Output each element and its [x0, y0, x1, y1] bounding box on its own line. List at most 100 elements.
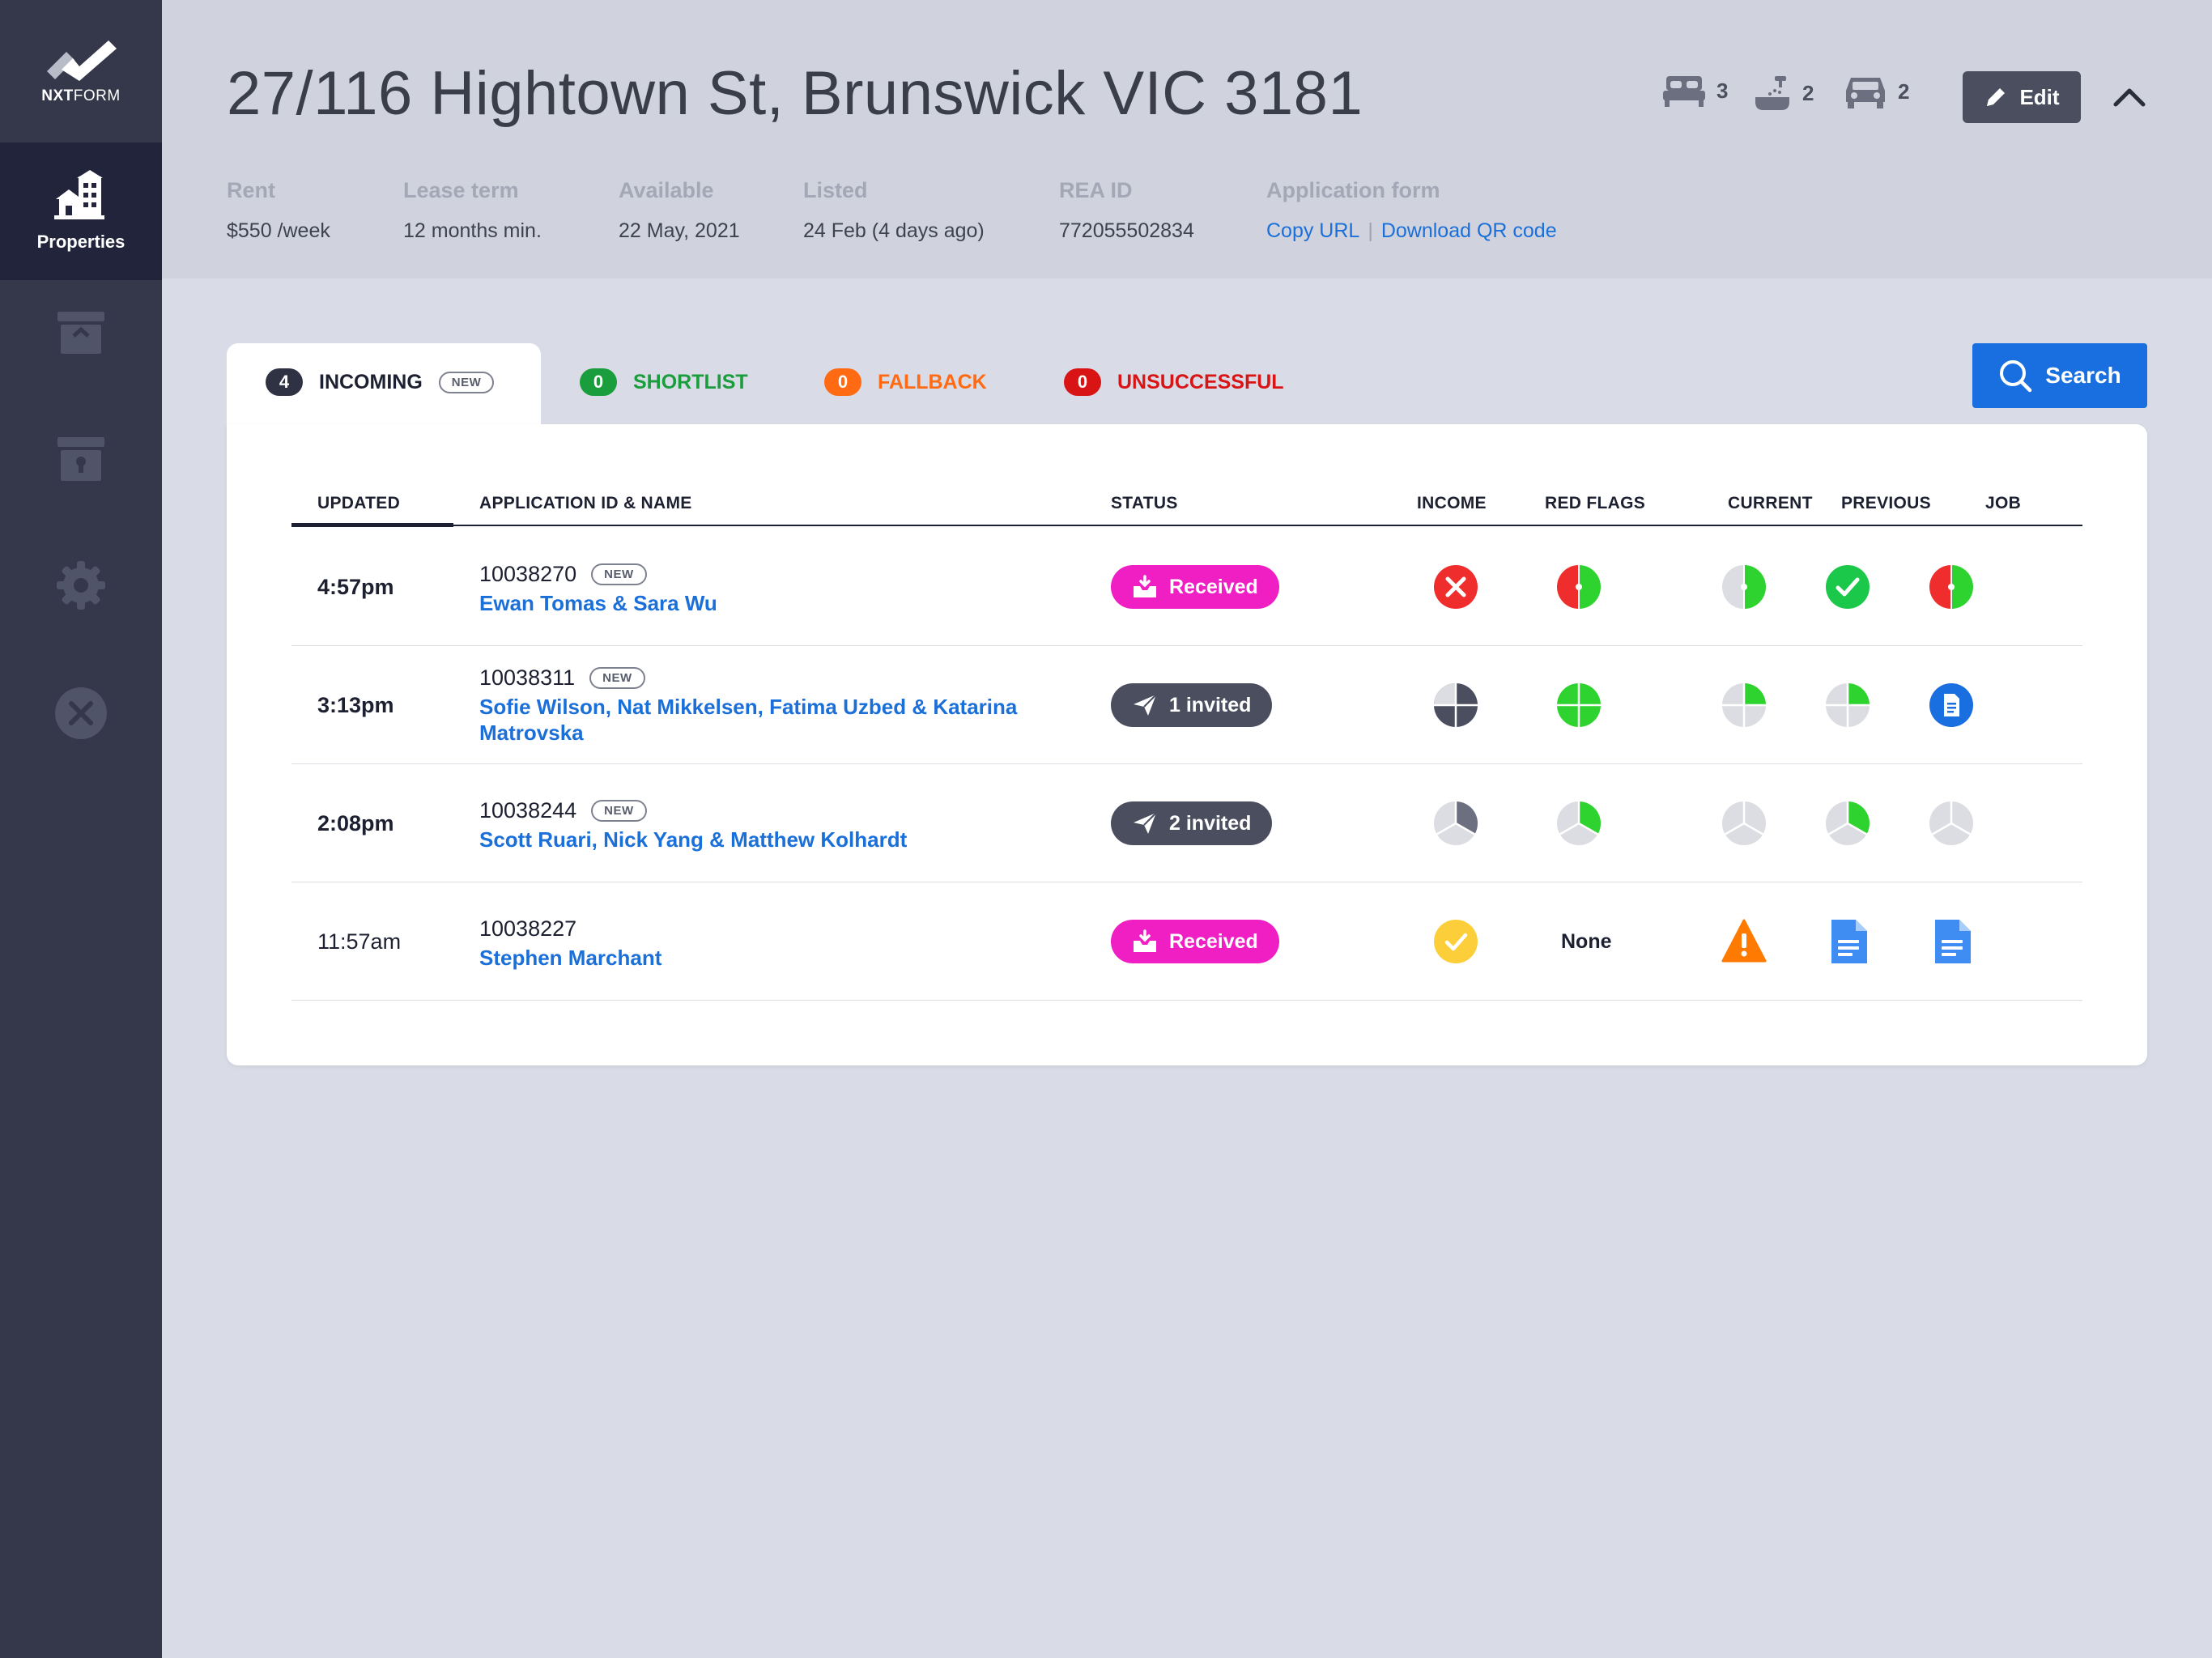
close-circle-icon: [55, 687, 107, 739]
application-id: 10038311: [479, 665, 576, 690]
column-red-flags[interactable]: RED FLAGS: [1545, 494, 1645, 513]
inbox-download-icon: [1134, 929, 1156, 952]
application-id: 10038244: [479, 798, 577, 823]
check-yellow-icon[interactable]: [1433, 919, 1478, 964]
document-icon[interactable]: [1825, 919, 1870, 964]
updated-time: 2:08pm: [317, 810, 394, 835]
pie-third-green-icon[interactable]: [1825, 801, 1870, 846]
chevron-up-icon: [2113, 88, 2146, 107]
status-badge[interactable]: Received: [1111, 565, 1279, 609]
application-form-meta: Application form Copy URL | Download QR co…: [1266, 178, 1557, 242]
applicant-names-link[interactable]: Scott Ruari, Nick Yang & Matthew Kolhard…: [479, 827, 1062, 852]
listed-meta: Listed 24 Feb (4 days ago): [803, 178, 985, 242]
inbox-download-icon: [1134, 575, 1156, 597]
pie-full-green-icon[interactable]: [1556, 682, 1602, 728]
available-meta: Available 22 May, 2021: [619, 178, 740, 242]
paper-plane-icon: [1134, 812, 1157, 834]
application-cell: 10038227 Stephen Marchant: [479, 916, 1062, 971]
pie-empty-icon[interactable]: [1929, 801, 1974, 846]
bedrooms-feature: 3: [1663, 74, 1728, 107]
updated-time: 3:13pm: [317, 692, 394, 717]
half-green-icon[interactable]: [1721, 564, 1767, 610]
rent-meta: Rent $550 /week: [227, 178, 330, 242]
tab-incoming[interactable]: 4 INCOMING NEW: [266, 368, 495, 396]
new-badge: NEW: [591, 800, 647, 822]
document-icon[interactable]: [1929, 919, 1974, 964]
status-badge[interactable]: Received: [1111, 920, 1279, 963]
pie-third-gray-icon[interactable]: [1433, 801, 1478, 846]
search-icon: [2000, 360, 2032, 393]
check-circle-icon[interactable]: [1825, 564, 1870, 610]
page-title: 27/116 Hightown St, Brunswick VIC 3181: [227, 59, 1363, 128]
warning-icon[interactable]: [1721, 919, 1767, 964]
table-row[interactable]: 11:57am 10038227 Stephen Marchant Receiv…: [291, 882, 2082, 1001]
rea-id-meta: REA ID 772055502834: [1059, 178, 1194, 242]
tab-fallback[interactable]: 0 FALLBACK: [824, 368, 987, 396]
column-status[interactable]: STATUS: [1111, 494, 1178, 513]
half-red-green-icon[interactable]: [1929, 564, 1974, 610]
x-circle-icon[interactable]: [1433, 564, 1478, 610]
sidebar-item-properties[interactable]: Properties: [0, 142, 162, 280]
column-income[interactable]: INCOME: [1417, 494, 1487, 513]
application-cell: 10038311 NEW Sofie Wilson, Nat Mikkelsen,…: [479, 665, 1062, 746]
sidebar-item-locked[interactable]: [0, 398, 162, 520]
table-header: UPDATED APPLICATION ID & NAME STATUS INC…: [291, 489, 2082, 527]
sidebar-item-close[interactable]: [0, 653, 162, 774]
tab-shortlist[interactable]: 0 SHORTLIST: [580, 368, 748, 396]
pie-quarter-green-icon[interactable]: [1721, 682, 1767, 728]
gear-icon: [57, 561, 105, 610]
bathrooms-feature: 2: [1754, 74, 1814, 112]
tab-unsuccessful[interactable]: 0 UNSUCCESSFUL: [1064, 368, 1284, 396]
pie-empty-icon[interactable]: [1721, 801, 1767, 846]
pie-quarter-gray-icon[interactable]: [1433, 682, 1478, 728]
sidebar-item-settings[interactable]: [0, 525, 162, 646]
status-badge[interactable]: 1 invited: [1111, 683, 1273, 727]
link-separator: |: [1368, 219, 1373, 242]
applicant-names-link[interactable]: Sofie Wilson, Nat Mikkelsen, Fatima Uzbe…: [479, 694, 1062, 746]
lock-box-icon: [57, 437, 104, 481]
column-updated[interactable]: UPDATED: [317, 494, 400, 513]
collapse-header-button[interactable]: [2108, 78, 2150, 117]
new-badge: NEW: [589, 667, 645, 689]
search-button[interactable]: Search: [1972, 343, 2147, 408]
application-id: 10038270: [479, 562, 577, 586]
logo[interactable]: NXTFORM: [0, 0, 162, 142]
updated-time: 4:57pm: [317, 574, 394, 599]
download-qr-link[interactable]: Download QR code: [1381, 219, 1557, 242]
status-badge[interactable]: 2 invited: [1111, 801, 1273, 845]
applicant-names-link[interactable]: Stephen Marchant: [479, 945, 1062, 971]
buildings-icon: [54, 170, 104, 219]
bath-icon: [1755, 76, 1789, 110]
logo-text: NXTFORM: [41, 87, 121, 104]
table-row[interactable]: 4:57pm 10038270 NEW Ewan Tomas & Sara Wu …: [291, 528, 2082, 646]
archive-box-icon: [57, 312, 104, 354]
lease-term-meta: Lease term 12 months min.: [403, 178, 542, 242]
column-application[interactable]: APPLICATION ID & NAME: [479, 494, 692, 513]
pie-third-green-icon[interactable]: [1556, 801, 1602, 846]
sidebar-item-label: Properties: [36, 232, 125, 252]
sidebar-item-archive[interactable]: [0, 272, 162, 393]
applications-card: UPDATED APPLICATION ID & NAME STATUS INC…: [227, 424, 2147, 1065]
application-id: 10038227: [479, 916, 577, 941]
copy-url-link[interactable]: Copy URL: [1266, 219, 1359, 242]
half-red-green-icon[interactable]: [1556, 564, 1602, 610]
pie-quarter-green-icon[interactable]: [1825, 682, 1870, 728]
property-header: 27/116 Hightown St, Brunswick VIC 3181 3…: [162, 0, 2212, 278]
table-row[interactable]: 2:08pm 10038244 NEW Scott Ruari, Nick Yan…: [291, 764, 2082, 882]
new-badge: NEW: [591, 563, 647, 585]
column-current[interactable]: CURRENT: [1728, 494, 1813, 513]
logo-check-icon: [47, 40, 117, 81]
column-job[interactable]: JOB: [1985, 494, 2021, 513]
applicant-names-link[interactable]: Ewan Tomas & Sara Wu: [479, 590, 1062, 616]
table-row[interactable]: 3:13pm 10038311 NEW Sofie Wilson, Nat Mik…: [291, 646, 2082, 764]
column-previous[interactable]: PREVIOUS: [1841, 494, 1931, 513]
document-circle-icon[interactable]: [1929, 682, 1974, 728]
new-badge: NEW: [438, 371, 495, 393]
pencil-icon: [1987, 88, 2006, 106]
application-cell: 10038270 NEW Ewan Tomas & Sara Wu: [479, 562, 1062, 616]
application-cell: 10038244 NEW Scott Ruari, Nick Yang & Mat…: [479, 798, 1062, 852]
car-spaces-feature: 2: [1844, 74, 1909, 108]
car-icon: [1846, 78, 1885, 108]
edit-button[interactable]: Edit: [1963, 71, 2081, 123]
paper-plane-icon: [1134, 694, 1157, 716]
